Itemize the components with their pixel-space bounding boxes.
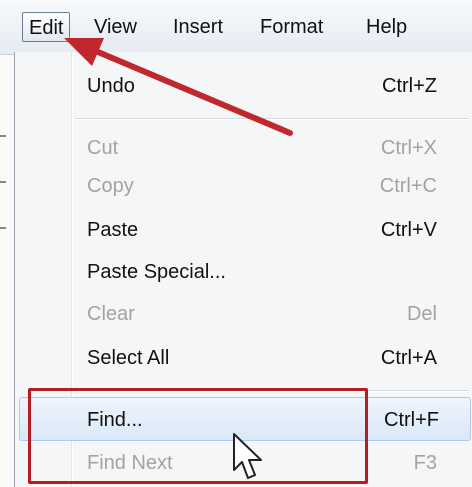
arrow-shaft	[95, 49, 293, 136]
annotation-arrow	[64, 38, 293, 136]
arrow-head	[64, 38, 104, 66]
mouse-cursor-icon	[233, 433, 262, 479]
